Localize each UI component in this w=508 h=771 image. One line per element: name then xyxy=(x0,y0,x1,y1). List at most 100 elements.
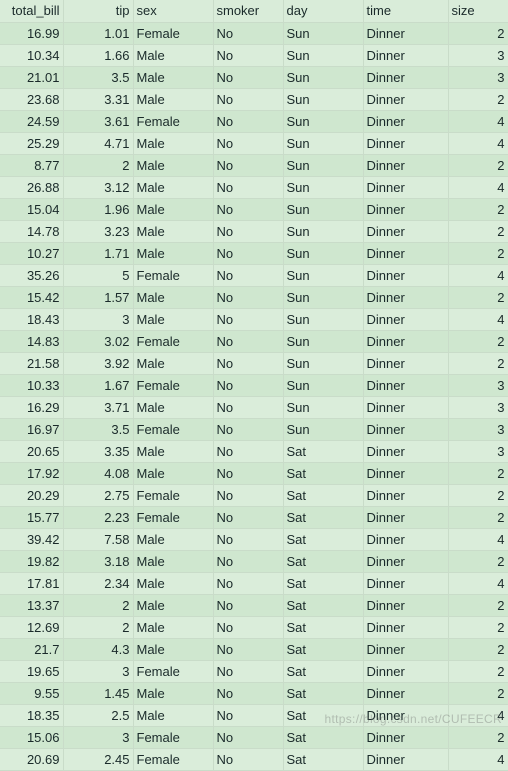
cell-smoker: No xyxy=(213,440,283,462)
cell-day: Sat xyxy=(283,726,363,748)
cell-time: Dinner xyxy=(363,22,448,44)
cell-sex: Male xyxy=(133,704,213,726)
table-row: 13.372MaleNoSatDinner2 xyxy=(0,594,508,616)
cell-tip: 2.5 xyxy=(63,704,133,726)
cell-time: Dinner xyxy=(363,374,448,396)
col-smoker: smoker xyxy=(213,0,283,22)
cell-sex: Male xyxy=(133,638,213,660)
cell-time: Dinner xyxy=(363,748,448,770)
cell-sex: Male xyxy=(133,440,213,462)
cell-size: 2 xyxy=(448,330,508,352)
table-row: 14.783.23MaleNoSunDinner2 xyxy=(0,220,508,242)
cell-tip: 2.45 xyxy=(63,748,133,770)
cell-smoker: No xyxy=(213,594,283,616)
cell-size: 2 xyxy=(448,154,508,176)
cell-smoker: No xyxy=(213,264,283,286)
cell-day: Sat xyxy=(283,748,363,770)
cell-day: Sun xyxy=(283,44,363,66)
table-row: 35.265FemaleNoSunDinner4 xyxy=(0,264,508,286)
cell-tip: 7.58 xyxy=(63,528,133,550)
table-row: 15.772.23FemaleNoSatDinner2 xyxy=(0,506,508,528)
cell-day: Sun xyxy=(283,352,363,374)
cell-tip: 2 xyxy=(63,616,133,638)
cell-time: Dinner xyxy=(363,528,448,550)
cell-size: 2 xyxy=(448,22,508,44)
cell-time: Dinner xyxy=(363,220,448,242)
cell-smoker: No xyxy=(213,374,283,396)
cell-total-bill: 20.29 xyxy=(0,484,63,506)
cell-total-bill: 16.29 xyxy=(0,396,63,418)
table-row: 10.331.67FemaleNoSunDinner3 xyxy=(0,374,508,396)
table-row: 15.421.57MaleNoSunDinner2 xyxy=(0,286,508,308)
table-row: 14.833.02FemaleNoSunDinner2 xyxy=(0,330,508,352)
cell-smoker: No xyxy=(213,748,283,770)
cell-sex: Female xyxy=(133,418,213,440)
cell-day: Sun xyxy=(283,418,363,440)
cell-tip: 3.5 xyxy=(63,66,133,88)
cell-time: Dinner xyxy=(363,440,448,462)
col-tip: tip xyxy=(63,0,133,22)
cell-sex: Male xyxy=(133,462,213,484)
cell-time: Dinner xyxy=(363,264,448,286)
cell-day: Sun xyxy=(283,88,363,110)
cell-day: Sat xyxy=(283,484,363,506)
cell-time: Dinner xyxy=(363,110,448,132)
cell-size: 3 xyxy=(448,440,508,462)
cell-size: 4 xyxy=(448,572,508,594)
cell-day: Sun xyxy=(283,154,363,176)
cell-size: 3 xyxy=(448,418,508,440)
cell-day: Sun xyxy=(283,110,363,132)
cell-total-bill: 23.68 xyxy=(0,88,63,110)
cell-sex: Male xyxy=(133,572,213,594)
cell-time: Dinner xyxy=(363,594,448,616)
table-row: 17.812.34MaleNoSatDinner4 xyxy=(0,572,508,594)
col-time: time xyxy=(363,0,448,22)
table-row: 18.352.5MaleNoSatDinner4 xyxy=(0,704,508,726)
cell-smoker: No xyxy=(213,308,283,330)
cell-size: 2 xyxy=(448,682,508,704)
cell-tip: 3.71 xyxy=(63,396,133,418)
cell-size: 2 xyxy=(448,286,508,308)
table-row: 25.294.71MaleNoSunDinner4 xyxy=(0,132,508,154)
cell-sex: Female xyxy=(133,484,213,506)
cell-time: Dinner xyxy=(363,660,448,682)
cell-total-bill: 14.78 xyxy=(0,220,63,242)
cell-time: Dinner xyxy=(363,572,448,594)
cell-day: Sun xyxy=(283,198,363,220)
cell-day: Sun xyxy=(283,66,363,88)
cell-tip: 1.01 xyxy=(63,22,133,44)
cell-sex: Male xyxy=(133,528,213,550)
cell-tip: 4.08 xyxy=(63,462,133,484)
cell-smoker: No xyxy=(213,396,283,418)
cell-smoker: No xyxy=(213,154,283,176)
table-row: 18.433MaleNoSunDinner4 xyxy=(0,308,508,330)
cell-total-bill: 12.69 xyxy=(0,616,63,638)
cell-size: 3 xyxy=(448,374,508,396)
cell-tip: 3.31 xyxy=(63,88,133,110)
table-row: 16.991.01FemaleNoSunDinner2 xyxy=(0,22,508,44)
cell-sex: Female xyxy=(133,660,213,682)
cell-tip: 2.75 xyxy=(63,484,133,506)
cell-tip: 3.18 xyxy=(63,550,133,572)
table-row: 17.924.08MaleNoSatDinner2 xyxy=(0,462,508,484)
cell-sex: Male xyxy=(133,594,213,616)
cell-size: 4 xyxy=(448,748,508,770)
cell-size: 2 xyxy=(448,506,508,528)
cell-day: Sat xyxy=(283,704,363,726)
cell-total-bill: 10.27 xyxy=(0,242,63,264)
table-row: 12.692MaleNoSatDinner2 xyxy=(0,616,508,638)
cell-sex: Female xyxy=(133,748,213,770)
cell-size: 2 xyxy=(448,594,508,616)
cell-tip: 1.57 xyxy=(63,286,133,308)
table-row: 16.973.5FemaleNoSunDinner3 xyxy=(0,418,508,440)
cell-tip: 3 xyxy=(63,660,133,682)
cell-time: Dinner xyxy=(363,154,448,176)
cell-smoker: No xyxy=(213,638,283,660)
cell-day: Sun xyxy=(283,286,363,308)
cell-size: 2 xyxy=(448,198,508,220)
cell-total-bill: 9.55 xyxy=(0,682,63,704)
cell-day: Sun xyxy=(283,264,363,286)
cell-tip: 1.45 xyxy=(63,682,133,704)
cell-tip: 4.71 xyxy=(63,132,133,154)
cell-sex: Male xyxy=(133,242,213,264)
